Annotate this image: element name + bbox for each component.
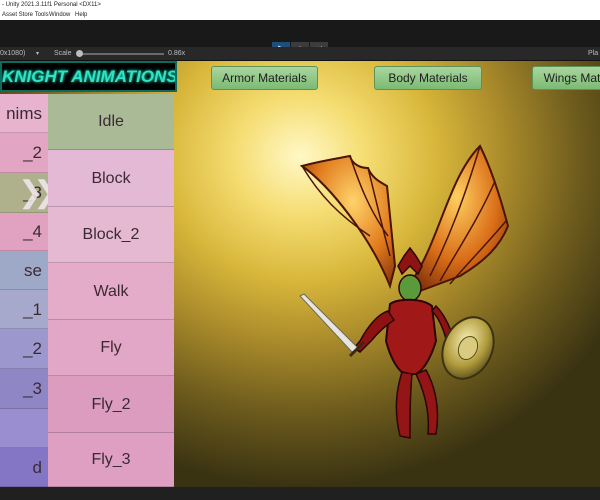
menu-help[interactable]: Help (75, 10, 87, 20)
sword (299, 293, 366, 358)
anim-set-item[interactable]: nims (0, 94, 48, 133)
anim-set-column: nims _2 _3 ❯❯ _4 se _1 _2 _3 d (0, 94, 48, 487)
knight-animations-banner: KNIGHT ANIMATIONS (0, 61, 177, 92)
anim-set-item[interactable]: _3 (0, 369, 48, 409)
anim-set-item[interactable]: _1 (0, 290, 48, 329)
left-wing (299, 154, 397, 290)
wings-materials-button[interactable]: Wings Mat (532, 66, 600, 90)
animation-list: Idle Block Block_2 Walk Fly Fly_2 Fly_3 (48, 94, 174, 487)
animation-button-block-2[interactable]: Block_2 (48, 207, 174, 263)
main-toolbar: ▶ ⏸ ⏭ (0, 20, 600, 55)
animation-button-idle[interactable]: Idle (48, 94, 174, 150)
status-bar (0, 487, 600, 500)
menu-window[interactable]: Window (49, 10, 70, 20)
game-view: KNIGHT ANIMATIONS Armor Materials Body M… (0, 61, 600, 487)
dropdown-arrow-icon[interactable]: ▾ (36, 47, 39, 61)
anim-set-item[interactable]: _2 (0, 329, 48, 369)
game-view-toolbar: 0x1080) ▾ Scale 0.86x Pla (0, 47, 600, 61)
anim-set-item[interactable]: se (0, 251, 48, 290)
anim-set-item[interactable]: _4 (0, 213, 48, 251)
resolution-dropdown[interactable]: 0x1080) (0, 47, 25, 61)
menu-bar: Asset Store Tools Window Help (0, 10, 600, 20)
demon-knight-model (299, 144, 510, 439)
anim-set-item[interactable] (0, 409, 48, 448)
window-title: - Unity 2021.3.11f1 Personal <DX11> (0, 0, 600, 10)
scale-slider-track[interactable] (80, 53, 164, 55)
scale-slider-handle[interactable] (76, 50, 83, 57)
right-wing (413, 144, 510, 293)
animation-button-fly[interactable]: Fly (48, 320, 174, 376)
scale-label: Scale (54, 50, 72, 57)
selection-chevron-icon: ❯❯ (18, 176, 48, 209)
animation-button-block[interactable]: Block (48, 150, 174, 207)
armor-materials-button[interactable]: Armor Materials (211, 66, 318, 90)
animation-button-fly-3[interactable]: Fly_3 (48, 433, 174, 487)
animation-button-fly-2[interactable]: Fly_2 (48, 376, 174, 433)
animation-button-walk[interactable]: Walk (48, 263, 174, 320)
anim-set-item[interactable]: _2 (0, 133, 48, 173)
play-mode-dropdown[interactable]: Pla (588, 47, 598, 61)
body-materials-button[interactable]: Body Materials (374, 66, 482, 90)
menu-asset-store-tools[interactable]: Asset Store Tools (2, 10, 49, 20)
anim-set-item[interactable]: d (0, 448, 48, 487)
scale-value: 0.86x (168, 50, 186, 57)
